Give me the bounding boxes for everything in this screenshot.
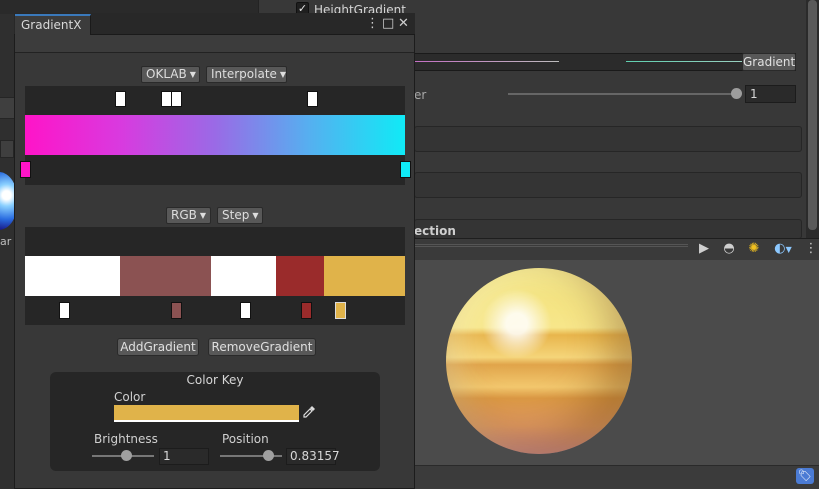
mode-dropdown-1[interactable]: Interpolate ▼ [206, 66, 287, 83]
top-bar [0, 0, 258, 14]
inspector-slider-thumb[interactable] [731, 88, 742, 99]
color-key[interactable] [19, 161, 31, 178]
position-slider-thumb[interactable] [263, 450, 274, 461]
window-tab[interactable]: GradientX [15, 14, 91, 35]
environment-icon: ◐ [774, 241, 786, 256]
color-key[interactable] [58, 302, 70, 319]
gradient-field[interactable] [414, 53, 796, 71]
add-gradient-button[interactable]: AddGradient [117, 338, 199, 356]
color-key[interactable] [171, 302, 183, 319]
maximize-icon[interactable]: □ [382, 14, 394, 34]
inspector-row-2[interactable] [414, 172, 802, 198]
menu-icon[interactable]: ⋮ [366, 14, 379, 34]
brightness-slider-thumb[interactable] [121, 450, 132, 461]
remove-gradient-button[interactable]: RemoveGradient [208, 338, 316, 356]
color-key-title: Color Key [186, 373, 244, 387]
eyedropper-icon[interactable] [302, 405, 317, 421]
close-icon[interactable]: ✕ [398, 14, 409, 34]
preview-sphere [446, 268, 632, 454]
slider-label: er [414, 88, 427, 102]
inspector-row-3[interactable] [414, 219, 802, 239]
gradient-segment [210, 256, 276, 296]
color-space-value-2: RGB [171, 208, 197, 222]
inspector-slider-track[interactable] [508, 93, 738, 95]
section-label: ection [414, 224, 456, 238]
color-swatch[interactable] [114, 405, 299, 422]
position-field[interactable]: 0.83157 [286, 448, 340, 465]
chevron-down-icon: ▼ [199, 211, 207, 220]
gradient-segment [323, 256, 405, 296]
color-key[interactable] [399, 161, 411, 178]
brightness-label: Brightness [94, 432, 158, 446]
color-label: Color [114, 390, 146, 404]
alpha-key[interactable] [306, 91, 318, 107]
gradient-button[interactable]: Gradient [742, 53, 796, 71]
alpha-key[interactable] [170, 91, 182, 107]
inspector-row-1[interactable] [414, 126, 802, 152]
gradient-segment [275, 256, 324, 296]
alpha-key[interactable] [114, 91, 126, 107]
preview-footer [414, 465, 819, 489]
left-panel-field-2[interactable] [0, 140, 14, 158]
color-key[interactable] [335, 302, 347, 319]
preview-toolbar-divider [414, 244, 688, 247]
preview-sphere-icon[interactable]: ◓ [720, 239, 738, 259]
color-space-dropdown-2[interactable]: RGB ▼ [166, 207, 211, 224]
chevron-down-icon: ▼ [279, 70, 287, 79]
window-toolbar [15, 35, 414, 53]
tag-icon[interactable]: 🏷 [796, 468, 814, 484]
preview-lights-icon[interactable]: ✺ [745, 239, 763, 259]
left-panel-field[interactable] [0, 97, 14, 119]
color-space-value-1: OKLAB [146, 67, 187, 81]
chevron-down-icon: ▼ [189, 70, 196, 79]
gradient-preview-2 [25, 256, 405, 296]
mode-dropdown-2[interactable]: Step ▼ [217, 207, 263, 224]
window-controls: ⋮ □ ✕ [362, 14, 414, 34]
color-space-dropdown-1[interactable]: OKLAB ▼ [141, 66, 200, 83]
preview-more-icon[interactable]: ⋮ [804, 239, 818, 259]
color-key[interactable] [300, 302, 312, 319]
mode-value-1: Interpolate [211, 67, 277, 81]
gradient-segment [25, 256, 121, 296]
position-label: Position [222, 432, 269, 446]
gradient-preview-1 [25, 115, 405, 155]
brightness-field[interactable]: 1 [159, 448, 209, 465]
inspector-scrollbar-thumb[interactable] [808, 0, 817, 230]
gradient-field-preview-left [414, 61, 559, 62]
preview-environment-icon[interactable]: ◐▼ [770, 239, 796, 259]
mode-value-2: Step [222, 208, 250, 222]
inspector-slider-value[interactable]: 1 [745, 85, 796, 103]
chevron-down-icon: ▼ [252, 211, 259, 220]
color-key[interactable] [239, 302, 251, 319]
chevron-down-icon: ▼ [785, 245, 792, 254]
gradient-field-preview-right [626, 61, 744, 62]
gradient-segment [120, 256, 211, 296]
play-icon[interactable]: ▶ [695, 239, 713, 259]
